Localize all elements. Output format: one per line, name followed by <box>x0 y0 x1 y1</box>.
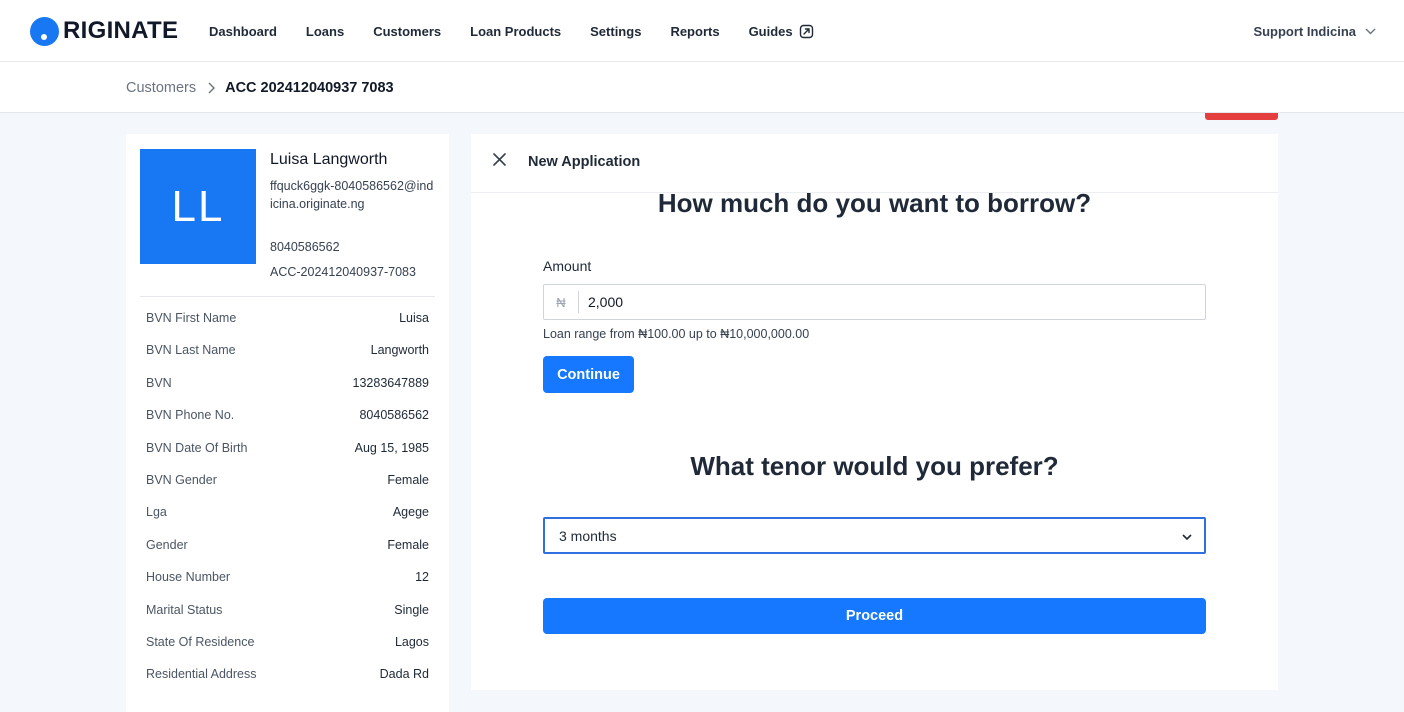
amount-field: ₦ <box>543 284 1206 320</box>
nav-link-loan-products[interactable]: Loan Products <box>470 24 561 39</box>
breadcrumb-bar: Customers ACC 202412040937 7083 <box>0 62 1404 113</box>
breadcrumb-current: ACC 202412040937 7083 <box>225 79 394 96</box>
detail-label: Residential Address <box>146 667 257 682</box>
nav-link-settings[interactable]: Settings <box>590 24 641 39</box>
logo-mark <box>30 16 59 46</box>
detail-row: State Of Residence Lagos <box>146 635 429 667</box>
close-icon <box>492 153 506 171</box>
tenor-question-heading: What tenor would you prefer? <box>690 451 1059 481</box>
nav-link-loans[interactable]: Loans <box>306 24 344 39</box>
detail-value: Luisa <box>399 311 429 325</box>
customer-account-number: ACC-202412040937-7083 <box>270 265 416 279</box>
borrow-question-heading: How much do you want to borrow? <box>657 188 1092 218</box>
new-application-panel: New Application How much do you want to … <box>471 134 1278 690</box>
detail-row: BVN 13283647889 <box>146 376 429 408</box>
user-menu[interactable]: Support Indicina <box>1253 0 1376 62</box>
detail-label: BVN Phone No. <box>146 408 235 423</box>
detail-value: 12 <box>415 570 429 585</box>
loan-range-hint: Loan range from ₦100.00 up to ₦10,000,00… <box>543 327 810 341</box>
detail-value: Langworth <box>370 343 429 358</box>
detail-value: Lagos <box>394 634 429 649</box>
close-button[interactable] <box>491 153 507 171</box>
detail-value: 8040586562 <box>359 408 429 423</box>
detail-row: BVN First Name Luisa <box>146 311 429 343</box>
detail-label: Marital Status <box>146 602 223 617</box>
avatar: LL <box>140 149 256 264</box>
partially-hidden-action-button[interactable] <box>1205 113 1278 120</box>
customer-profile-card: LL Luisa Langworth ffquck6ggk-8040586562… <box>126 134 449 712</box>
detail-label: House Number <box>146 570 231 585</box>
detail-row: BVN Gender Female <box>146 473 429 505</box>
detail-label: BVN Date Of Birth <box>146 440 248 455</box>
detail-label: BVN Gender <box>146 472 217 487</box>
detail-row: Gender Female <box>146 538 429 570</box>
chevron-down-icon <box>1182 528 1192 544</box>
detail-row: Lga Agege <box>146 505 429 537</box>
detail-value: Single <box>394 602 429 617</box>
detail-label: BVN Last Name <box>146 343 236 358</box>
detail-value: Female <box>387 472 429 487</box>
detail-label: BVN <box>146 375 172 390</box>
chevron-down-icon <box>1365 28 1376 35</box>
nav-links: Dashboard Loans Customers Loan Products … <box>209 0 843 62</box>
customer-details-list: BVN First Name Luisa BVN Last Name Langwor… <box>146 311 429 700</box>
tenor-selected-value: 3 months <box>559 527 617 544</box>
customer-name: Luisa Langworth <box>270 151 388 168</box>
panel-header: New Application <box>471 134 1278 193</box>
nav-link-dashboard[interactable]: Dashboard <box>209 24 277 39</box>
top-navbar: RIGINATE Dashboard Loans Customers Loan … <box>0 0 1404 62</box>
detail-row: Residential Address Dada Rd <box>146 667 429 699</box>
detail-label: Gender <box>146 537 188 552</box>
continue-button[interactable]: Continue <box>543 356 634 393</box>
detail-value: Female <box>387 537 429 552</box>
amount-input[interactable] <box>579 294 1179 310</box>
nav-link-guides-label: Guides <box>748 23 793 39</box>
chevron-right-icon <box>208 82 216 94</box>
detail-row: Marital Status Single <box>146 603 429 635</box>
proceed-button[interactable]: Proceed <box>543 598 1206 634</box>
breadcrumb: Customers ACC 202412040937 7083 <box>126 62 394 113</box>
detail-row: BVN Date Of Birth Aug 15, 1985 <box>146 441 429 473</box>
detail-value: Agege <box>392 505 429 520</box>
detail-row: House Number 12 <box>146 570 429 602</box>
detail-value: Aug 15, 1985 <box>354 440 429 455</box>
detail-value: Dada Rd <box>379 667 429 682</box>
detail-label: State Of Residence <box>146 634 255 649</box>
divider <box>140 296 435 297</box>
detail-value: 13283647889 <box>352 375 429 390</box>
nav-link-reports[interactable]: Reports <box>670 24 719 39</box>
user-menu-label: Support Indicina <box>1253 23 1356 39</box>
brand-logo[interactable]: RIGINATE <box>30 16 178 46</box>
nav-link-customers[interactable]: Customers <box>373 24 441 39</box>
detail-label: BVN First Name <box>146 311 237 325</box>
naira-currency-icon: ₦ <box>544 291 579 313</box>
detail-row: BVN Last Name Langworth <box>146 343 429 375</box>
customer-phone: 8040586562 <box>270 240 340 254</box>
customer-email: ffquck6ggk-8040586562@indicina.originate… <box>270 179 434 211</box>
external-link-icon <box>799 24 814 39</box>
detail-row: BVN Phone No. 8040586562 <box>146 408 429 440</box>
nav-link-guides[interactable]: Guides <box>749 24 814 39</box>
amount-label: Amount <box>543 258 592 274</box>
panel-title: New Application <box>528 154 641 170</box>
logo-text: RIGINATE <box>63 17 179 44</box>
detail-label: Lga <box>146 505 167 520</box>
tenor-select[interactable]: 3 months <box>543 517 1206 554</box>
breadcrumb-customers[interactable]: Customers <box>126 80 196 96</box>
